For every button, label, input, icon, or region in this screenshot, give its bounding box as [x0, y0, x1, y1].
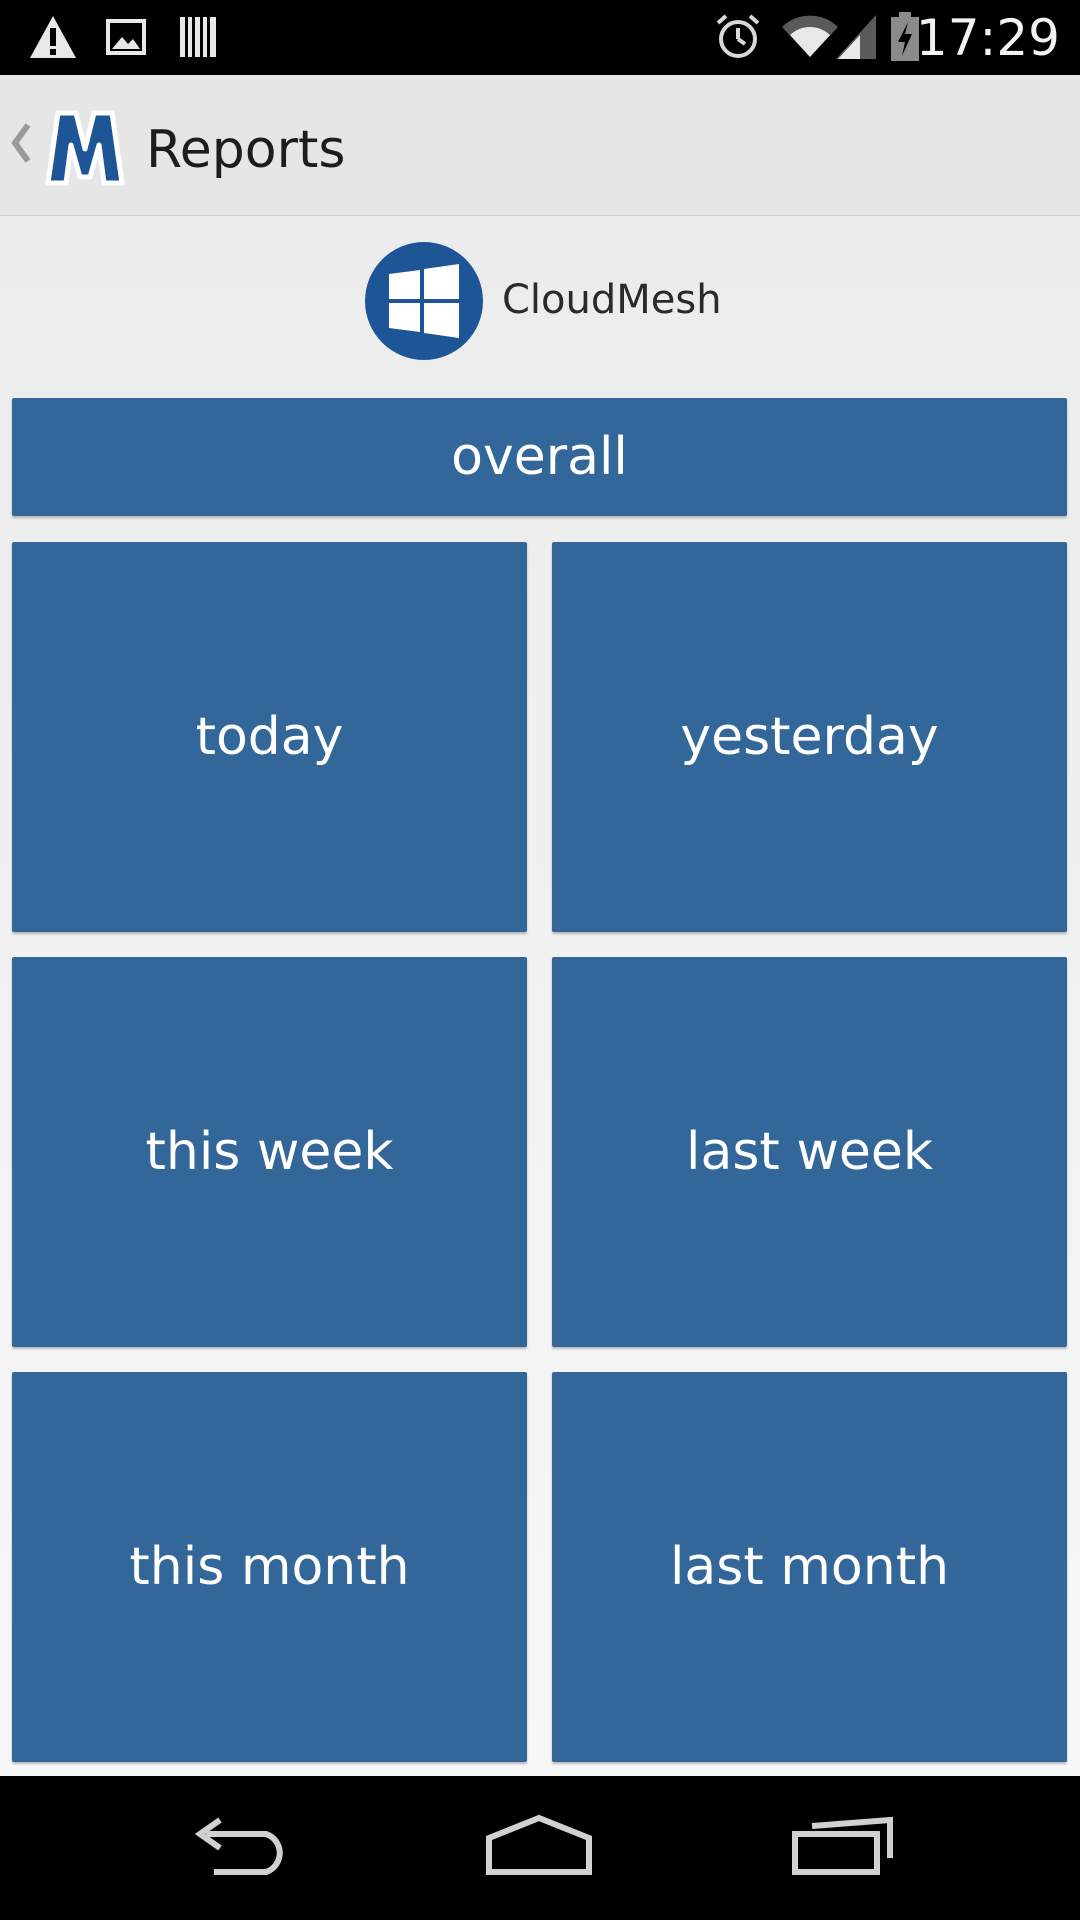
this-week-button[interactable]: this week: [12, 957, 527, 1347]
status-clock: 17:29: [915, 9, 1060, 67]
windows-icon: [389, 264, 459, 338]
platform-badge: [365, 242, 483, 360]
image-icon: [106, 19, 146, 55]
last-week-button[interactable]: last week: [552, 957, 1067, 1347]
account-header: CloudMesh: [0, 242, 1080, 362]
last-month-button[interactable]: last month: [552, 1372, 1067, 1762]
barcode-icon: [180, 17, 216, 57]
action-bar: Reports: [0, 75, 1080, 216]
recents-nav-icon[interactable]: [790, 1814, 896, 1878]
today-button[interactable]: today: [12, 542, 527, 932]
reports-content: CloudMesh overall today yesterday this w…: [0, 216, 1080, 1776]
navigation-bar: [0, 1776, 1080, 1920]
alarm-icon: [716, 14, 760, 58]
back-nav-icon[interactable]: [186, 1814, 292, 1878]
yesterday-button[interactable]: yesterday: [552, 542, 1067, 932]
page-title: Reports: [146, 120, 346, 180]
signal-icon: [836, 15, 876, 59]
chevron-left-icon[interactable]: [10, 123, 32, 163]
warning-icon: [30, 16, 76, 58]
app-logo-icon[interactable]: [42, 105, 128, 189]
this-month-button[interactable]: this month: [12, 1372, 527, 1762]
overall-button[interactable]: overall: [12, 398, 1067, 516]
account-name: CloudMesh: [502, 277, 722, 323]
status-bar: 17:29: [0, 0, 1080, 75]
home-nav-icon[interactable]: [484, 1814, 594, 1878]
wifi-icon: [782, 15, 838, 58]
